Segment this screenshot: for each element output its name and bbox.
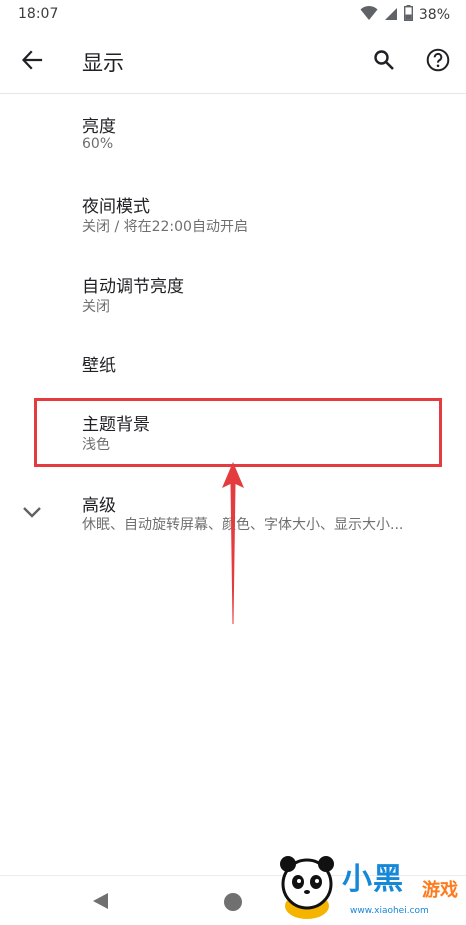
nav-home-icon[interactable]	[224, 893, 242, 911]
pref-title: 自动调节亮度	[82, 277, 184, 297]
pref-summary: 关闭	[82, 299, 110, 315]
battery-percent: 38%	[418, 7, 450, 23]
back-button[interactable]	[16, 46, 48, 78]
signal-icon	[384, 5, 398, 25]
help-button[interactable]	[422, 46, 454, 78]
battery-icon	[403, 5, 413, 25]
pref-night-mode[interactable]: 夜间模式 关闭 / 将在22:00自动开启	[0, 176, 466, 256]
watermark-sub: 游戏	[422, 880, 458, 901]
help-icon	[426, 48, 450, 76]
pref-brightness[interactable]: 亮度 60%	[0, 96, 466, 176]
search-icon	[373, 49, 395, 75]
back-arrow-icon	[21, 49, 43, 75]
pref-title: 夜间模式	[82, 197, 150, 217]
search-button[interactable]	[368, 46, 400, 78]
pref-adaptive-brightness[interactable]: 自动调节亮度 关闭	[0, 256, 466, 336]
status-time: 18:07	[18, 6, 59, 22]
pref-title: 高级	[82, 496, 116, 516]
watermark-logo: 小黑 游戏 www.xiaohei.com	[272, 846, 464, 922]
wifi-icon	[360, 5, 378, 25]
annotation-highlight-box	[34, 398, 442, 467]
pref-title: 壁纸	[82, 356, 116, 376]
page-title: 显示	[82, 51, 124, 75]
watermark-brand: 小黑	[342, 862, 404, 897]
annotation-arrow-icon	[220, 460, 246, 630]
chevron-down-icon	[18, 498, 46, 526]
status-bar: 18:07 38%	[0, 0, 466, 30]
nav-back-icon[interactable]	[90, 891, 110, 915]
status-icons: 38%	[360, 5, 450, 25]
pref-title: 亮度	[82, 117, 116, 137]
pref-wallpaper[interactable]: 壁纸	[0, 336, 466, 392]
watermark-url: www.xiaohei.com	[350, 906, 429, 916]
pref-summary: 60%	[82, 136, 114, 152]
pref-summary: 关闭 / 将在22:00自动开启	[82, 219, 248, 235]
panda-mascot-icon	[280, 856, 334, 919]
app-bar: 显示	[0, 30, 466, 94]
